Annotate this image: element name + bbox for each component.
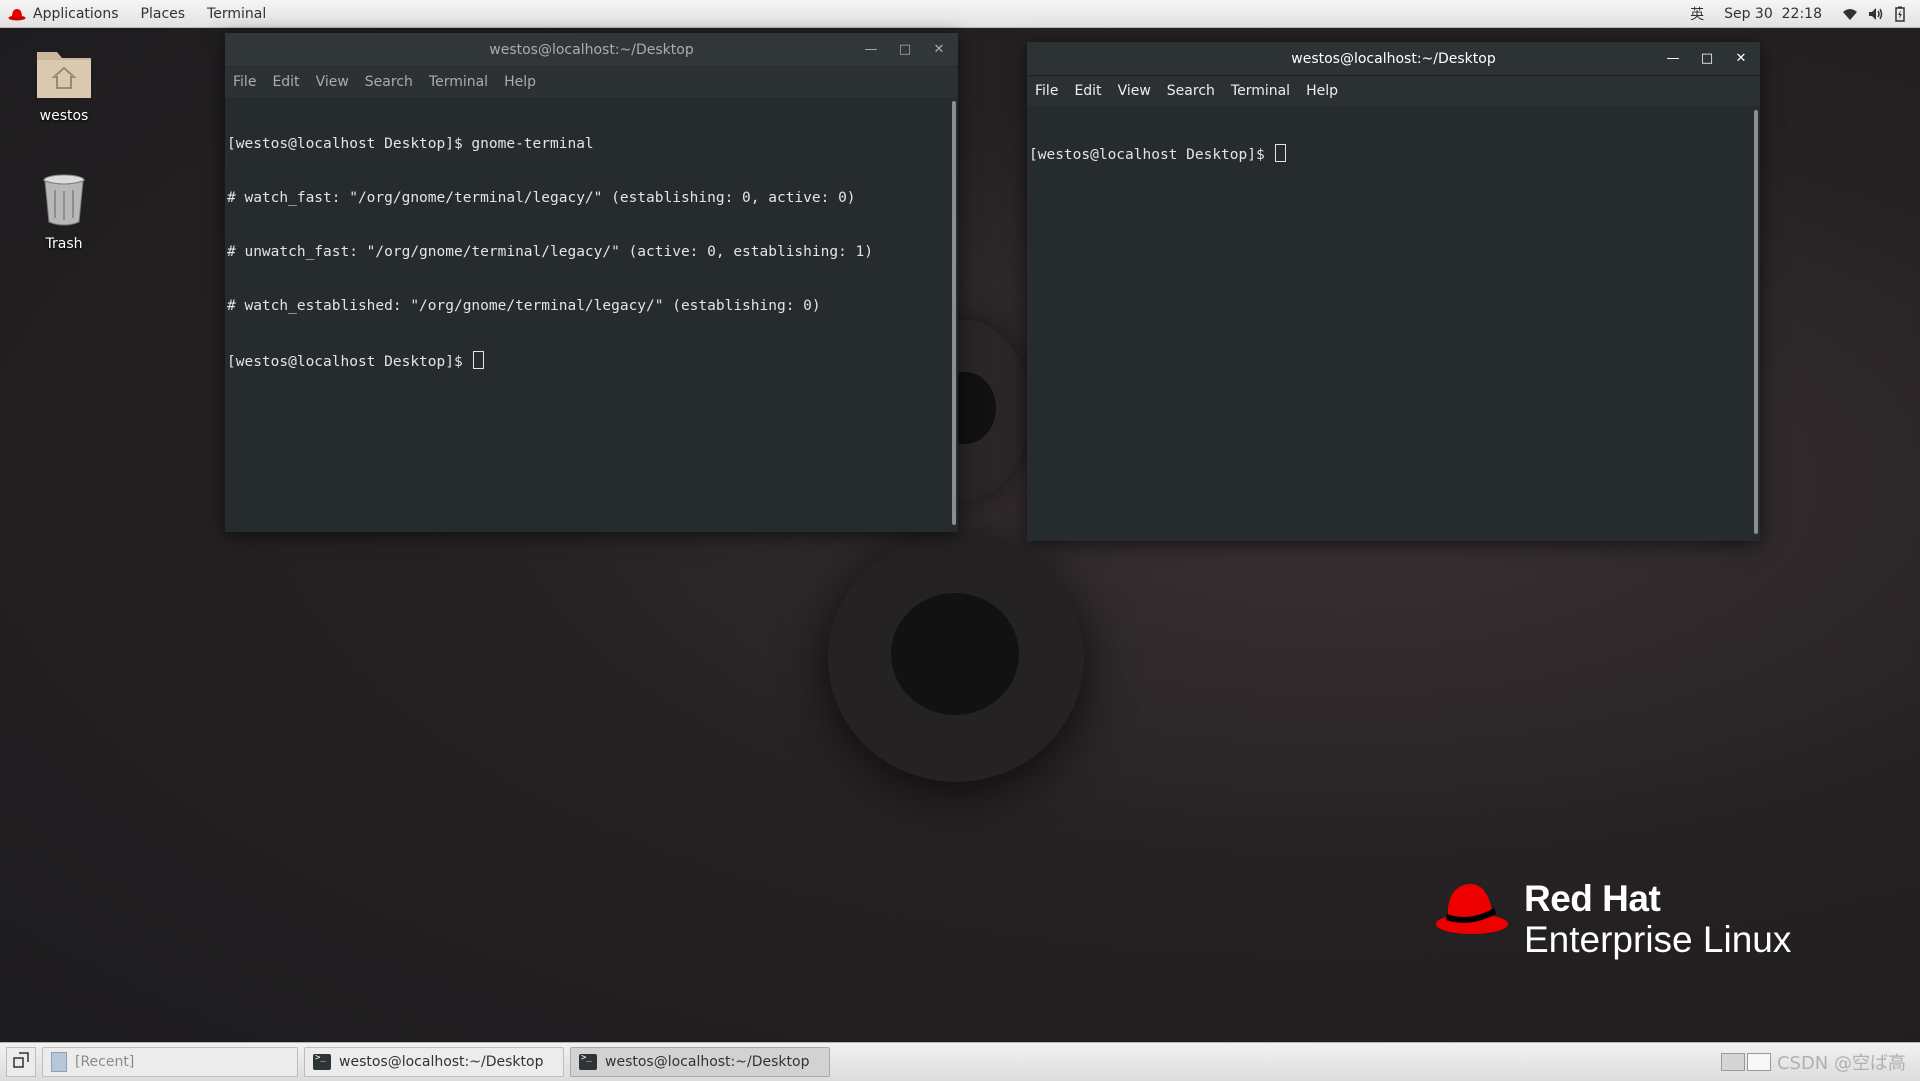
- bottom-taskbar: [Recent] westos@localhost:~/Desktop west…: [0, 1042, 1920, 1081]
- menu-view[interactable]: View: [1118, 83, 1151, 99]
- window-menubar: File Edit View Search Terminal Help: [225, 67, 958, 97]
- menu-help[interactable]: Help: [504, 74, 536, 90]
- desktop-icon-trash[interactable]: Trash: [14, 172, 114, 252]
- minimize-icon[interactable]: —: [862, 41, 880, 59]
- terminal-output[interactable]: [westos@localhost Desktop]$ gnome-termin…: [225, 97, 958, 532]
- taskbar-item-recent[interactable]: [Recent]: [42, 1047, 298, 1077]
- scrollbar[interactable]: [952, 101, 956, 525]
- menu-help[interactable]: Help: [1306, 83, 1338, 99]
- redhat-brand: Red Hat Enterprise Linux: [1434, 880, 1791, 962]
- volume-icon: [1868, 7, 1884, 21]
- terminal-window-right[interactable]: westos@localhost:~/Desktop — □ ✕ File Ed…: [1027, 42, 1760, 541]
- window-menubar: File Edit View Search Terminal Help: [1027, 76, 1760, 106]
- system-status-area[interactable]: [1842, 6, 1906, 22]
- menu-file[interactable]: File: [1035, 83, 1058, 99]
- terminal-prompt-line: [westos@localhost Desktop]$: [227, 351, 956, 371]
- menu-view[interactable]: View: [316, 74, 349, 90]
- battery-icon: [1894, 6, 1906, 22]
- brand-line2: Enterprise Linux: [1524, 919, 1792, 960]
- menu-edit[interactable]: Edit: [272, 74, 299, 90]
- desktop-icon-westos[interactable]: westos: [14, 44, 114, 124]
- wallpaper-eight-lower: [828, 534, 1084, 782]
- clock[interactable]: Sep 30 22:18: [1724, 6, 1822, 22]
- terminal-icon: [313, 1053, 331, 1070]
- redhat-hat-icon: [1434, 880, 1510, 940]
- terminal-window-left[interactable]: westos@localhost:~/Desktop — □ ✕ File Ed…: [225, 33, 958, 532]
- maximize-icon[interactable]: □: [896, 41, 914, 59]
- menu-edit[interactable]: Edit: [1074, 83, 1101, 99]
- redhat-logo-icon: [8, 7, 26, 21]
- terminal-line: [westos@localhost Desktop]$ gnome-termin…: [227, 136, 594, 152]
- close-icon[interactable]: ✕: [930, 41, 948, 59]
- scrollbar[interactable]: [1754, 110, 1758, 534]
- top-bar: Applications Places Terminal 英 Sep 30 22…: [0, 0, 1920, 28]
- brand-line1: Red Hat: [1524, 878, 1661, 919]
- prompt-text: [westos@localhost Desktop]$: [1029, 147, 1274, 163]
- workspace-switcher[interactable]: [1720, 1053, 1777, 1071]
- terminal-line: # watch_established: "/org/gnome/termina…: [227, 298, 821, 314]
- text-cursor: [473, 351, 485, 369]
- prompt-text: [westos@localhost Desktop]$: [227, 354, 472, 370]
- maximize-icon[interactable]: □: [1698, 50, 1716, 68]
- input-method-indicator[interactable]: 英: [1690, 4, 1704, 24]
- terminal-line: # watch_fast: "/org/gnome/terminal/legac…: [227, 190, 856, 206]
- window-title: westos@localhost:~/Desktop: [1291, 50, 1496, 67]
- menu-search[interactable]: Search: [1167, 83, 1215, 99]
- show-desktop-button[interactable]: [6, 1047, 36, 1077]
- terminal-menu[interactable]: Terminal: [207, 6, 266, 22]
- menu-search[interactable]: Search: [365, 74, 413, 90]
- workspace-1[interactable]: [1720, 1053, 1745, 1071]
- desktop-icon-label: Trash: [45, 236, 83, 252]
- applications-label: Applications: [33, 5, 119, 22]
- menu-terminal[interactable]: Terminal: [429, 74, 488, 90]
- trash-icon: [14, 172, 114, 232]
- window-titlebar[interactable]: westos@localhost:~/Desktop — □ ✕: [1027, 42, 1760, 76]
- terminal-icon: [579, 1053, 597, 1070]
- show-desktop-icon: [13, 1052, 29, 1072]
- taskbar-item-terminal-1[interactable]: westos@localhost:~/Desktop: [304, 1047, 564, 1077]
- applications-menu[interactable]: Applications: [8, 6, 119, 22]
- menu-file[interactable]: File: [233, 74, 256, 90]
- minimize-icon[interactable]: —: [1664, 50, 1682, 68]
- close-icon[interactable]: ✕: [1732, 50, 1750, 68]
- window-titlebar[interactable]: westos@localhost:~/Desktop — □ ✕: [225, 33, 958, 67]
- home-folder-icon: [14, 44, 114, 104]
- taskbar-item-label: [Recent]: [75, 1054, 135, 1070]
- taskbar-item-label: westos@localhost:~/Desktop: [605, 1054, 810, 1070]
- document-icon: [51, 1052, 67, 1072]
- watermark: CSDN @空ば高: [1776, 1053, 1906, 1074]
- desktop-icon-label: westos: [39, 108, 89, 124]
- menu-terminal[interactable]: Terminal: [1231, 83, 1290, 99]
- terminal-prompt-line: [westos@localhost Desktop]$: [1029, 144, 1758, 164]
- terminal-line: # unwatch_fast: "/org/gnome/terminal/leg…: [227, 244, 874, 260]
- text-cursor: [1275, 144, 1287, 162]
- workspace-2[interactable]: [1746, 1053, 1771, 1071]
- taskbar-item-label: westos@localhost:~/Desktop: [339, 1054, 544, 1070]
- places-menu[interactable]: Places: [141, 6, 186, 22]
- terminal-output[interactable]: [westos@localhost Desktop]$: [1027, 106, 1760, 541]
- window-title: westos@localhost:~/Desktop: [489, 41, 694, 58]
- wifi-icon: [1842, 7, 1858, 21]
- taskbar-item-terminal-2[interactable]: westos@localhost:~/Desktop: [570, 1047, 830, 1077]
